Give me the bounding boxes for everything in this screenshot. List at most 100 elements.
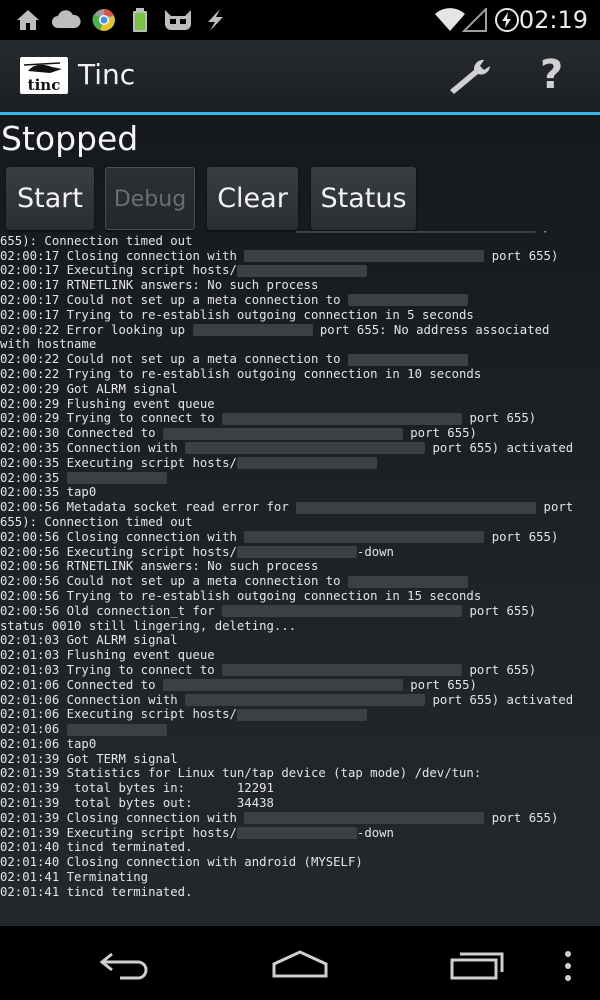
log-text: 02:01:40 tincd terminated.: [0, 840, 193, 855]
log-text: 02:00:17 RTNETLINK answers: No such proc…: [0, 278, 319, 293]
debug-button[interactable]: Debug: [105, 167, 195, 230]
navigation-bar: [0, 926, 600, 1000]
chrome-icon: [92, 9, 115, 31]
redacted-text: [347, 294, 468, 307]
log-line: 655): Connection timed out: [0, 234, 600, 249]
redacted-text: [236, 827, 357, 840]
log-line: 02:00:29 Got ALRM signal: [0, 382, 600, 397]
recents-icon[interactable]: [448, 950, 504, 980]
log-view[interactable]: 02:00:17 Metadata socket read error for …: [0, 231, 600, 926]
log-line: 02:00:22 Could not set up a meta connect…: [0, 352, 600, 367]
log-text: 02:01:41 tincd terminated.: [0, 884, 193, 899]
redacted-text: [244, 531, 485, 544]
log-text: 02:00:17 Closing connection with: [0, 248, 245, 263]
log-text: 02:00:56 Could not set up a meta connect…: [0, 574, 348, 589]
log-line: 02:00:30 Connected to port 655): [0, 426, 600, 441]
cloud-icon: [52, 10, 81, 28]
log-line: 02:00:35: [0, 471, 600, 486]
log-line: 02:00:17 Trying to re-establish outgoing…: [0, 308, 600, 323]
log-line: 02:01:03 Trying to connect to port 655): [0, 663, 600, 678]
log-text: 02:01:41 Terminating: [0, 870, 149, 885]
log-text: 02:01:06 Executing script hosts/: [0, 707, 237, 722]
back-icon[interactable]: [98, 950, 154, 982]
redacted-text: [296, 501, 537, 514]
log-text: 02:01:03 Trying to connect to: [0, 662, 223, 677]
redacted-text: [296, 231, 537, 233]
log-line: with hostname: [0, 337, 600, 352]
log-text: 02:01:06 tap0: [0, 736, 97, 751]
home-nav-icon[interactable]: [270, 948, 330, 980]
log-text: 02:01:06: [0, 722, 67, 737]
log-text-suffix: -down: [356, 544, 394, 559]
log-line: 02:01:39 Closing connection with port 65…: [0, 811, 600, 826]
log-text: 02:01:40 Closing connection with android…: [0, 855, 363, 870]
log-line: 02:00:56 RTNETLINK answers: No such proc…: [0, 559, 600, 574]
log-text: 02:01:39 Statistics for Linux tun/tap de…: [0, 766, 482, 781]
redacted-text: [162, 679, 403, 692]
help-icon[interactable]: ?: [540, 52, 570, 98]
status-button[interactable]: Status: [311, 167, 416, 230]
log-text: 02:00:56 Old connection_t for: [0, 603, 223, 618]
log-text-suffix: port 655): [462, 411, 537, 426]
clock: 02:19: [518, 6, 588, 34]
status-title: Stopped: [1, 119, 139, 158]
log-text: 02:00:29 Trying to connect to: [0, 411, 223, 426]
log-text: 02:00:56 Closing connection with: [0, 529, 245, 544]
log-lines: 02:00:17 Metadata socket read error for …: [0, 231, 600, 900]
log-text: 02:00:22 Error looking up: [0, 322, 193, 337]
log-text: 02:01:06 Connected to: [0, 677, 163, 692]
log-text: 02:00:35 Executing script hosts/: [0, 455, 237, 470]
redacted-text: [185, 694, 426, 706]
lightning-icon: [208, 9, 223, 31]
log-text: 02:00:22 Trying to re-establish outgoing…: [0, 366, 482, 381]
log-line: 02:00:17 RTNETLINK answers: No such proc…: [0, 278, 600, 293]
log-text: 02:01:39 Executing script hosts/: [0, 825, 237, 840]
log-line: 02:00:35 tap0: [0, 485, 600, 500]
log-line: 02:01:39 Executing script hosts/ -down: [0, 826, 600, 841]
log-text: 02:01:39 total bytes in: 12291: [0, 781, 274, 796]
log-text: 02:01:39 total bytes out: 34438: [0, 796, 274, 811]
log-text-suffix: port 655): [484, 248, 559, 263]
log-text: status 0010 still lingering, deleting...: [0, 618, 297, 633]
log-line: 02:00:22 Error looking up port 655: No a…: [0, 323, 600, 338]
app-title: Tinc: [78, 58, 136, 91]
log-text-suffix: -down: [356, 825, 394, 840]
log-line: 02:01:39 total bytes out: 34438: [0, 796, 600, 811]
redacted-text: [66, 472, 167, 485]
redacted-text: [236, 546, 357, 559]
redacted-text: [236, 708, 367, 721]
redacted-text: [222, 664, 463, 677]
log-text: 02:01:39 Closing connection with: [0, 810, 245, 825]
start-button[interactable]: Start: [6, 167, 94, 230]
clear-button[interactable]: Clear: [207, 167, 298, 230]
redacted-text: [192, 324, 313, 337]
log-line: 02:00:56 Could not set up a meta connect…: [0, 574, 600, 589]
android-cat-icon: [165, 10, 191, 30]
log-line: 02:00:35 Executing script hosts/: [0, 456, 600, 471]
log-line: 02:01:06 Executing script hosts/: [0, 707, 600, 722]
log-text: 02:00:35: [0, 470, 67, 485]
log-line: 02:01:39 total bytes in: 12291: [0, 781, 600, 796]
log-text-suffix: port 655): [402, 677, 477, 692]
log-line: 02:01:06 tap0: [0, 737, 600, 752]
status-bar: 02:19: [0, 0, 600, 40]
redacted-text: [236, 457, 377, 470]
log-text-suffix: port 655): [462, 603, 537, 618]
no-signal-icon: [462, 8, 487, 32]
log-line: 02:01:03 Flushing event queue: [0, 648, 600, 663]
redacted-text: [222, 605, 463, 618]
log-line: 02:00:56 Closing connection with port 65…: [0, 530, 600, 545]
wrench-icon[interactable]: [444, 56, 494, 96]
redacted-text: [236, 264, 367, 277]
log-text: 02:00:29 Got ALRM signal: [0, 381, 178, 396]
log-line: 02:00:17 Could not set up a meta connect…: [0, 293, 600, 308]
battery-icon: [133, 8, 147, 32]
overflow-menu-icon[interactable]: [562, 950, 574, 982]
log-line: 02:01:41 tincd terminated.: [0, 885, 600, 900]
log-line: 02:00:17 Closing connection with port 65…: [0, 249, 600, 264]
app-logo-icon[interactable]: tinc: [20, 57, 68, 94]
log-line: 02:00:56 Metadata socket read error for …: [0, 500, 600, 515]
log-text: 02:00:30 Connected to: [0, 426, 163, 441]
log-text: 02:00:35 Connection with: [0, 440, 186, 455]
log-text: 02:00:17 Could not set up a meta connect…: [0, 292, 348, 307]
